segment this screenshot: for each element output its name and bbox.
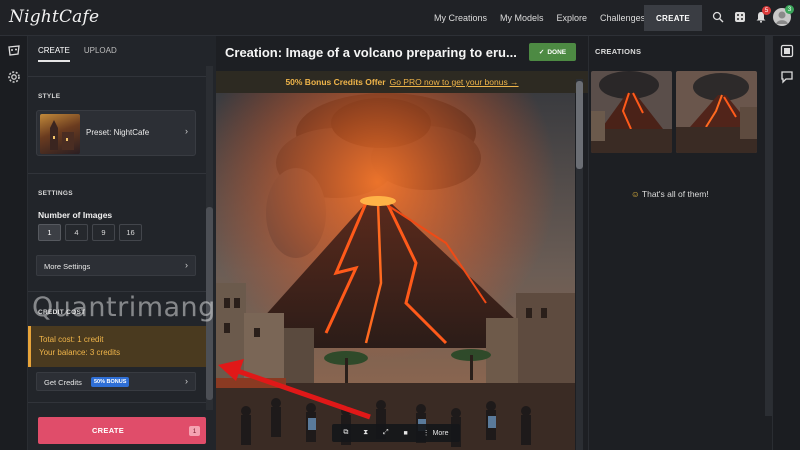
- all-done-text: That's all of them!: [641, 189, 709, 199]
- watermark: Quantrimang: [32, 292, 216, 323]
- check-icon: ✓: [538, 49, 545, 56]
- done-button[interactable]: ✓ DONE: [529, 43, 576, 61]
- chevron-right-icon: ›: [185, 126, 188, 136]
- get-credits-label: Get Credits: [44, 378, 82, 387]
- creations-panel: CREATIONS ☺ That's all of them!: [588, 36, 772, 450]
- notification-badge: 5: [762, 6, 771, 15]
- palette-icon[interactable]: [7, 44, 21, 58]
- hourglass-icon[interactable]: ⧗: [363, 429, 368, 437]
- nav-my-creations[interactable]: My Creations: [434, 13, 487, 23]
- image-toolbar: ⧉ ⧗ ⤢ ■ ⋮ More: [332, 424, 460, 442]
- preset-thumbnail: [40, 114, 80, 154]
- more-settings-button[interactable]: More Settings ›: [36, 255, 196, 276]
- promo-banner: 50% Bonus Credits Offer Go PRO now to ge…: [216, 71, 588, 93]
- divider: [28, 76, 206, 77]
- expand-icon[interactable]: ⤢: [383, 429, 389, 437]
- dice-icon[interactable]: [733, 10, 747, 24]
- red-arrow-annotation: [218, 359, 371, 420]
- top-nav: My Creations My Models Explore Challenge…: [434, 0, 658, 36]
- nav-challenges[interactable]: Challenges: [600, 13, 645, 23]
- bonus-badge: 50% BONUS: [91, 377, 130, 387]
- total-cost: Total cost: 1 credit: [39, 335, 104, 344]
- create-button-label: CREATE: [91, 426, 125, 435]
- style-label: STYLE: [38, 93, 61, 100]
- number-of-images-selector: 1 4 9 16: [38, 224, 146, 241]
- chevron-right-icon: ›: [185, 376, 188, 386]
- video-icon[interactable]: ■: [403, 430, 407, 437]
- create-count-badge: 1: [189, 426, 200, 436]
- preset-label: Preset: NightCafe: [86, 128, 150, 137]
- divider: [28, 173, 206, 174]
- tab-upload[interactable]: UPLOAD: [84, 46, 117, 62]
- number-of-images-label: Number of Images: [38, 210, 113, 220]
- right-scrollbar-track[interactable]: [765, 36, 772, 416]
- nav-my-models[interactable]: My Models: [500, 13, 544, 23]
- balance: Your balance: 3 credits: [39, 348, 121, 357]
- image-scrollbar-thumb[interactable]: [576, 81, 583, 169]
- more-settings-label: More Settings: [44, 262, 91, 271]
- more-dots-icon: ⋮: [422, 430, 430, 437]
- logo[interactable]: NightCafe: [9, 7, 99, 27]
- gear-icon[interactable]: [7, 70, 21, 84]
- tab-create[interactable]: CREATE: [38, 46, 70, 62]
- get-credits-button[interactable]: Get Credits 50% BONUS ›: [36, 372, 196, 391]
- settings-label: SETTINGS: [38, 190, 73, 197]
- preset-selector[interactable]: Preset: NightCafe ›: [36, 110, 196, 156]
- creation-title: Creation: Image of a volcano preparing t…: [225, 45, 517, 60]
- more-button[interactable]: ⋮ More: [422, 429, 449, 438]
- gallery-icon[interactable]: [780, 44, 794, 63]
- create-button[interactable]: CREATE 1: [38, 417, 206, 444]
- creation-thumbnail[interactable]: [676, 71, 757, 153]
- top-bar: NightCafe My Creations My Models Explore…: [0, 0, 800, 36]
- creations-title: CREATIONS: [595, 47, 642, 56]
- nav-explore[interactable]: Explore: [557, 13, 588, 23]
- right-rail: [772, 36, 800, 450]
- create-panel: CREATE UPLOAD STYLE Preset: NightCafe › …: [28, 36, 216, 450]
- emoji-icon: ☺: [631, 189, 640, 199]
- credit-cost-box: Total cost: 1 credit Your balance: 3 cre…: [28, 326, 206, 367]
- promo-link[interactable]: Go PRO now to get your bonus →: [390, 77, 519, 87]
- promo-text: 50% Bonus Credits Offer: [285, 77, 386, 87]
- search-icon[interactable]: [711, 10, 725, 24]
- done-label: DONE: [547, 48, 567, 56]
- num-images-option[interactable]: 1: [38, 224, 61, 241]
- top-create-button[interactable]: CREATE: [644, 5, 702, 31]
- left-rail: [0, 36, 28, 450]
- more-label: More: [432, 429, 449, 437]
- all-creations-message: ☺ That's all of them!: [631, 189, 709, 199]
- num-images-option[interactable]: 4: [65, 224, 88, 241]
- num-images-option[interactable]: 9: [92, 224, 115, 241]
- chevron-right-icon: ›: [185, 260, 188, 270]
- num-images-option[interactable]: 16: [119, 224, 142, 241]
- divider: [28, 402, 206, 403]
- create-tabs: CREATE UPLOAD: [38, 46, 131, 62]
- copy-icon[interactable]: ⧉: [343, 429, 348, 437]
- avatar-badge: 3: [785, 5, 794, 14]
- chat-icon[interactable]: [780, 70, 794, 89]
- creation-thumbnail[interactable]: [591, 71, 672, 153]
